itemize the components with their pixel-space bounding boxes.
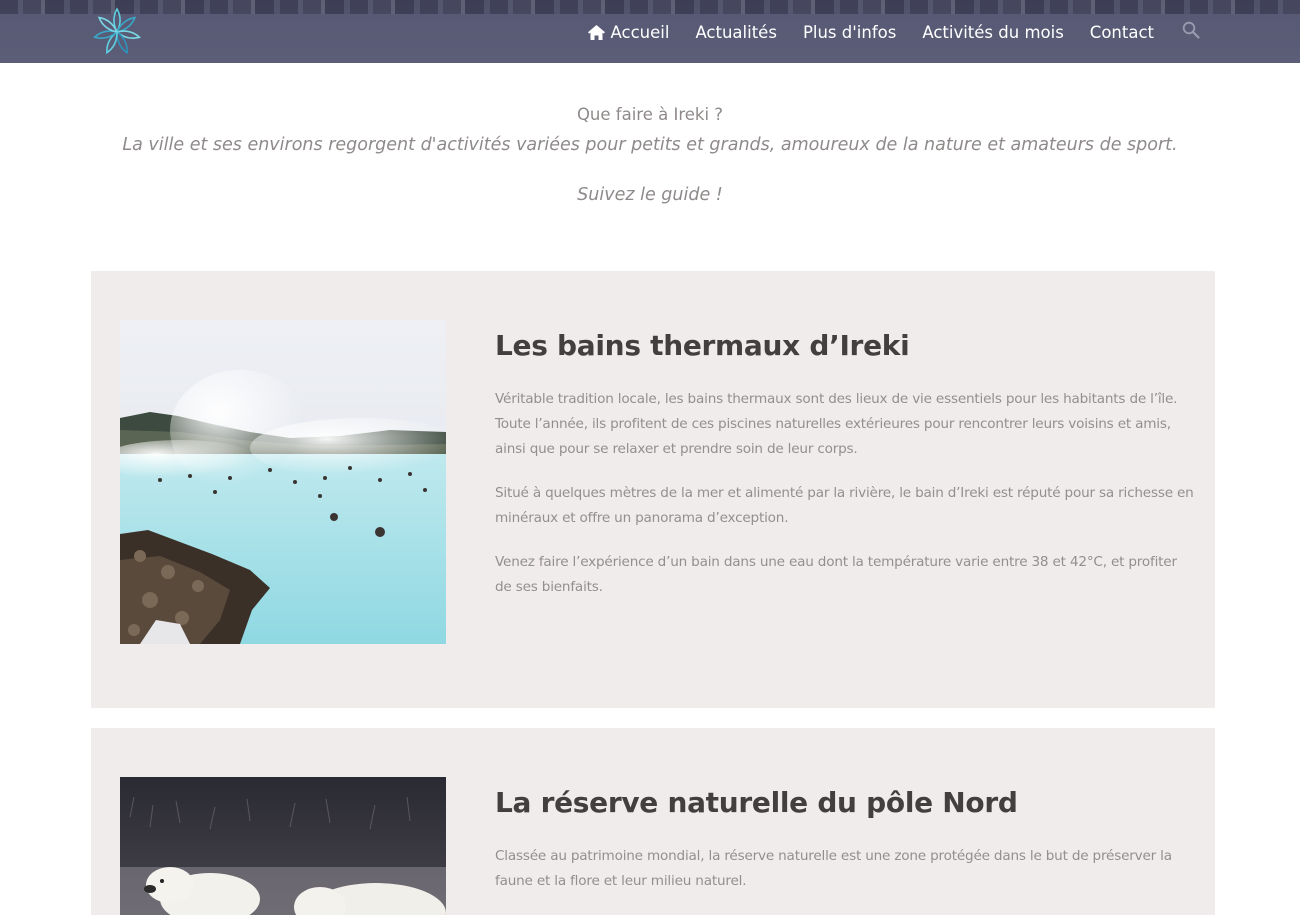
activity-card-nature-reserve: La réserve naturelle du pôle Nord Classé… — [91, 728, 1215, 915]
polar-bear-photo — [120, 777, 446, 915]
activity-card-thermal-baths: Les bains thermaux d’Ireki Véritable tra… — [91, 271, 1215, 708]
activity-paragraph: Véritable tradition locale, les bains th… — [495, 391, 1178, 457]
nav-item-accueil[interactable]: Accueil — [587, 22, 670, 42]
activity-title: Les bains thermaux d’Ireki — [495, 329, 910, 362]
nav-item-contact[interactable]: Contact — [1090, 23, 1154, 42]
search-icon[interactable] — [1182, 21, 1200, 39]
nav-item-label: Actualités — [695, 22, 777, 42]
nav-item-label: Accueil — [610, 22, 670, 42]
intro-guide: Suivez le guide ! — [577, 185, 723, 205]
top-navbar: Accueil Actualités Plus d'infos Activité… — [0, 0, 1300, 63]
nav-item-label: Plus d'infos — [802, 22, 897, 42]
activity-paragraph: Classée au patrimoine mondial, la réserv… — [495, 848, 1172, 889]
home-icon — [587, 24, 605, 40]
nav-item-label: Contact — [1089, 22, 1154, 42]
activity-card-body: Les bains thermaux d’Ireki Véritable tra… — [495, 326, 1195, 600]
nav-item-actualites[interactable]: Actualités — [695, 23, 777, 42]
nav-item-label: Activités du mois — [922, 22, 1064, 42]
intro-block: Que faire à Ireki ? La ville et ses envi… — [0, 103, 1300, 207]
activity-paragraph: Venez faire l’expérience d’un bain dans … — [495, 554, 1177, 595]
thermal-baths-photo — [120, 320, 446, 644]
main-menu: Accueil Actualités Plus d'infos Activité… — [587, 18, 1154, 46]
activity-card-body: La réserve naturelle du pôle Nord Classé… — [495, 783, 1195, 894]
flower-logo-icon[interactable] — [91, 6, 143, 58]
activity-title: La réserve naturelle du pôle Nord — [495, 786, 1018, 819]
nav-item-plus-infos[interactable]: Plus d'infos — [803, 23, 896, 42]
intro-title: Que faire à Ireki ? — [576, 105, 724, 124]
intro-text: La ville et ses environs regorgent d'act… — [122, 135, 1178, 155]
header-background-image — [0, 0, 1300, 14]
nav-item-activites-du-mois[interactable]: Activités du mois — [922, 23, 1063, 42]
activity-paragraph: Situé à quelques mètres de la mer et ali… — [495, 485, 1194, 526]
